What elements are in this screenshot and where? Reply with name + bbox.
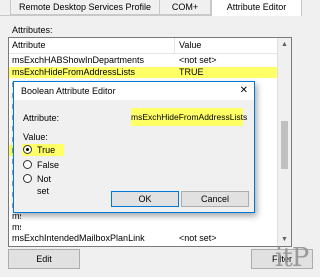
column-header-value[interactable]: Value bbox=[179, 40, 201, 50]
table-row[interactable]: msExchHABShowInDepartments <not set> bbox=[9, 55, 277, 66]
tab-attribute-editor[interactable]: Attribute Editor bbox=[211, 0, 302, 16]
radio-label-true: True bbox=[37, 145, 56, 155]
boolean-attribute-editor-dialog: Boolean Attribute Editor ✕ Attribute: ms… bbox=[13, 81, 255, 213]
table-row-selected[interactable]: msExchHideFromAddressLists TRUE bbox=[9, 67, 277, 78]
attribute-name: msExchIntendedMailboxPlanLink bbox=[12, 233, 145, 243]
attribute-name: msExchHideFromAddressLists bbox=[12, 67, 136, 77]
radio-label-not-set: Not set bbox=[37, 174, 52, 196]
vertical-scrollbar[interactable]: ▲ ▼ bbox=[277, 38, 291, 246]
table-row[interactable]: ms bbox=[9, 222, 21, 233]
cancel-button[interactable]: Cancel bbox=[181, 191, 249, 207]
attribute-name: ms bbox=[12, 222, 21, 232]
value-label: Value: bbox=[23, 132, 48, 142]
close-icon[interactable]: ✕ bbox=[240, 85, 248, 96]
radio-selected-icon[interactable] bbox=[23, 145, 32, 154]
dialog-titlebar[interactable]: Boolean Attribute Editor ✕ bbox=[14, 82, 254, 100]
column-separator[interactable] bbox=[174, 38, 175, 53]
ok-button[interactable]: OK bbox=[111, 191, 179, 207]
dialog-title: Boolean Attribute Editor bbox=[21, 86, 116, 96]
tab-remote-desktop-services-profile[interactable]: Remote Desktop Services Profile bbox=[10, 0, 160, 15]
column-header-attribute[interactable]: Attribute bbox=[12, 40, 46, 50]
attribute-value: TRUE bbox=[179, 67, 204, 77]
watermark-logo: itP bbox=[275, 243, 309, 273]
radio-unselected-icon[interactable] bbox=[23, 160, 32, 169]
attribute-value-field: msExchHideFromAddressLists bbox=[131, 108, 247, 126]
attribute-label: Attribute: bbox=[23, 113, 60, 123]
tab-panel-border bbox=[0, 15, 211, 16]
edit-button[interactable]: Edit bbox=[8, 249, 80, 269]
attribute-value: <not set> bbox=[179, 55, 217, 65]
radio-unselected-icon[interactable] bbox=[23, 174, 32, 183]
scroll-thumb[interactable] bbox=[281, 121, 288, 169]
attribute-value: <not set> bbox=[179, 233, 217, 243]
tab-com-plus[interactable]: COM+ bbox=[159, 0, 211, 15]
radio-label-false: False bbox=[37, 160, 60, 170]
radio-true[interactable]: True bbox=[22, 144, 64, 156]
list-header: Attribute Value bbox=[9, 38, 277, 54]
scroll-up-arrow-icon[interactable]: ▲ bbox=[278, 38, 291, 51]
tab-strip: Remote Desktop Services Profile COM+ Att… bbox=[0, 0, 302, 18]
attribute-name: msExchHABShowInDepartments bbox=[12, 55, 145, 65]
attributes-label: Attributes: bbox=[12, 25, 53, 35]
table-row[interactable]: msExchIntendedMailboxPlanLink <not set> bbox=[9, 233, 277, 244]
